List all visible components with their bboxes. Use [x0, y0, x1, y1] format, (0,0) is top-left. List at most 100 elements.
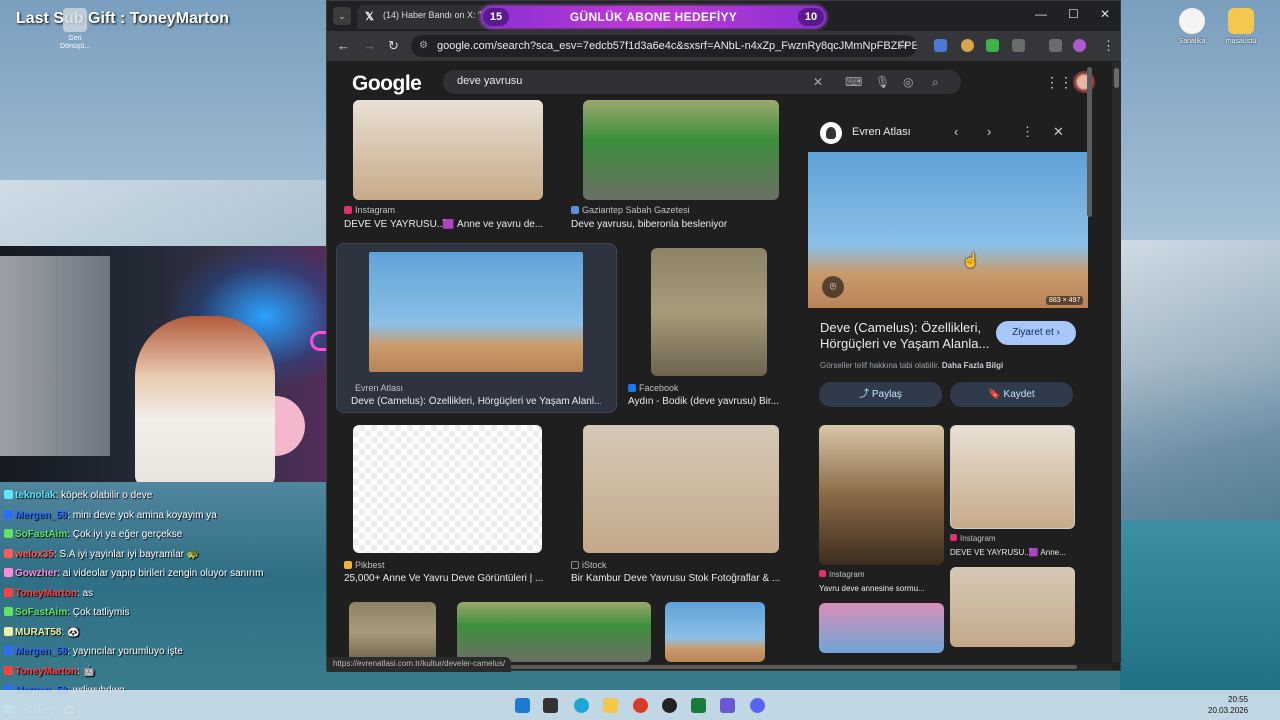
- system-clock[interactable]: 20:55 20.03.2026: [1208, 694, 1248, 716]
- chat-message: SoFastAim: Çok iyi ya eğer gerçekse: [4, 525, 324, 545]
- last-sub-gift-overlay: Last Sub Gift : ToneyMarton: [16, 10, 230, 27]
- close-window-icon[interactable]: ✕: [1100, 7, 1110, 21]
- desktop-wallpaper-mountain-right: [1120, 240, 1280, 540]
- extension-icon[interactable]: [961, 39, 974, 52]
- chat-text: köpek olabilir o deve: [61, 490, 153, 501]
- result-image: [353, 425, 542, 553]
- goal-text: GÜNLÜK ABONE HEDEFİYY: [569, 10, 738, 24]
- result-image: [353, 100, 543, 200]
- chat-username: Mergen_58: [15, 646, 68, 657]
- related-title: DEVE VE YAYRUSU..🟪 Anne...: [950, 548, 1066, 557]
- result-source: Facebook: [628, 383, 679, 393]
- subscriber-goal-banner: 15 GÜNLÜK ABONE HEDEFİYY 10: [481, 6, 826, 28]
- chat-text: 🐼: [67, 626, 80, 638]
- result-source: iStock: [571, 560, 607, 570]
- google-logo[interactable]: Google: [352, 72, 422, 96]
- preview-image[interactable]: [808, 152, 1088, 308]
- chat-message: Mergen_58: yayıncılar yorumluyo işte: [4, 642, 324, 662]
- media-control-icon[interactable]: [1049, 39, 1062, 52]
- close-panel-icon[interactable]: ✕: [1053, 124, 1064, 140]
- app-icon[interactable]: [720, 698, 735, 713]
- more-options-icon[interactable]: ⋮: [1021, 124, 1034, 140]
- browser-menu-icon[interactable]: ⋮: [1102, 38, 1115, 54]
- result-image: [583, 100, 779, 200]
- app-icon[interactable]: [691, 698, 706, 713]
- result-source: Pikbest: [344, 560, 385, 570]
- search-icon[interactable]: ⌕: [932, 75, 939, 90]
- sanalika-desktop-icon[interactable]: Sanalika: [1164, 8, 1220, 45]
- save-button[interactable]: 🔖 Kaydet: [950, 382, 1073, 407]
- share-button[interactable]: ⤴ Paylaş: [819, 382, 942, 407]
- tab-search-button[interactable]: ⌄: [333, 7, 351, 25]
- back-icon[interactable]: ←: [337, 38, 350, 53]
- panel-scrollbar[interactable]: [1087, 59, 1093, 599]
- chat-message: welox35: S.A iyi yayinlar iyi bayramlar …: [4, 545, 324, 565]
- desktop-folder-icon-item[interactable]: masaüstü: [1213, 8, 1269, 45]
- chat-text: as: [82, 587, 94, 599]
- search-box[interactable]: deve yavrusu ✕ ⌨ 🎙 ◎ ⌕: [443, 70, 961, 94]
- chat-username: SoFastAim: [15, 607, 68, 618]
- related-image[interactable]: [819, 603, 944, 653]
- start-icon[interactable]: [515, 698, 530, 713]
- chat-badge-icon: [4, 509, 13, 519]
- pikbest-icon: [344, 561, 352, 569]
- webcam-window-light: [0, 256, 110, 456]
- taskbar: 20:55 20.03.2026: [0, 690, 1280, 720]
- extension-icon[interactable]: [986, 39, 999, 52]
- chat-message: Mergen_58: mini deve yok amina koyayim y…: [4, 506, 324, 526]
- chrome-icon[interactable]: [633, 698, 648, 713]
- obs-icon[interactable]: [662, 698, 677, 713]
- previous-image-icon[interactable]: ‹: [954, 124, 958, 139]
- maximize-icon[interactable]: ☐: [1068, 7, 1079, 21]
- file-explorer-icon[interactable]: [603, 698, 618, 713]
- result-title: Deve (Camelus): Özellikleri, Hörgüçleri …: [351, 396, 601, 407]
- related-image[interactable]: [950, 425, 1075, 529]
- chat-message: Gowzher: ai videolar yapıp birileri zeng…: [4, 564, 324, 584]
- profile-avatar-icon[interactable]: [1073, 39, 1086, 52]
- minimize-icon[interactable]: —: [1035, 7, 1047, 21]
- chat-message: MURAT58: 🐼: [4, 623, 324, 643]
- lens-icon[interactable]: ◎: [903, 75, 913, 89]
- chat-username: Mergen_58: [15, 509, 68, 521]
- preview-title[interactable]: Deve (Camelus): Özellikleri, Hörgüçleri …: [820, 320, 990, 352]
- chat-badge-icon: [4, 665, 13, 675]
- chat-username: MURAT58: [15, 626, 62, 638]
- clear-search-icon[interactable]: ✕: [813, 75, 823, 89]
- page-scrollbar[interactable]: [1112, 62, 1121, 662]
- related-image[interactable]: [950, 567, 1075, 647]
- related-image[interactable]: [819, 425, 944, 565]
- edge-icon[interactable]: [574, 698, 589, 713]
- visit-button[interactable]: Ziyaret et ›: [996, 321, 1076, 345]
- lens-search-icon[interactable]: ⌾: [822, 276, 844, 298]
- puzzle-icon[interactable]: [1012, 39, 1025, 52]
- x-logo-icon: 𝕏: [365, 11, 374, 23]
- result-source: Evren Atlası: [355, 383, 404, 393]
- istock-icon: [571, 561, 579, 569]
- reload-icon[interactable]: ↻: [388, 38, 399, 54]
- microphone-icon[interactable]: 🎙: [875, 75, 890, 89]
- share-icon: ⤴: [859, 389, 872, 400]
- next-image-icon[interactable]: ›: [987, 124, 991, 139]
- chat-text: yayıncılar yorumluyo işte: [72, 646, 183, 657]
- task-view-icon[interactable]: [543, 698, 558, 713]
- keyboard-icon[interactable]: ⌨: [845, 75, 862, 89]
- copyright-notice: Görseller telif hakkına tabi olabilir. D…: [820, 361, 1004, 370]
- address-bar[interactable]: ⚙ google.com/search?sca_esv=7edcb57f1d3a…: [411, 35, 917, 57]
- search-input[interactable]: deve yavrusu: [457, 75, 522, 87]
- translate-extension-icon[interactable]: [934, 39, 947, 52]
- chat-message: ToneyMarton: 🤖: [4, 662, 324, 682]
- result-image: [457, 602, 651, 662]
- site-info-icon[interactable]: ⚙: [419, 40, 428, 51]
- address-url: google.com/search?sca_esv=7edcb57f1d3a6e…: [437, 40, 917, 52]
- image-preview-panel: Evren Atlası ‹ › ⋮ ✕ ⌾ 883 × 497 Deve (C…: [808, 116, 1098, 662]
- result-image: [369, 252, 583, 372]
- bookmark-star-icon[interactable]: ☆: [897, 37, 909, 53]
- facebook-icon: [628, 384, 636, 392]
- instagram-icon: [344, 206, 352, 214]
- learn-more-link[interactable]: Daha Fazla Bilgi: [942, 361, 1003, 370]
- recycle-bin-desktop-icon[interactable]: Geri Dönüşü...: [58, 8, 92, 62]
- discord-icon[interactable]: [750, 698, 765, 713]
- forward-icon[interactable]: →: [363, 38, 376, 53]
- chat-badge-icon: [4, 626, 13, 636]
- instagram-icon: [819, 570, 826, 577]
